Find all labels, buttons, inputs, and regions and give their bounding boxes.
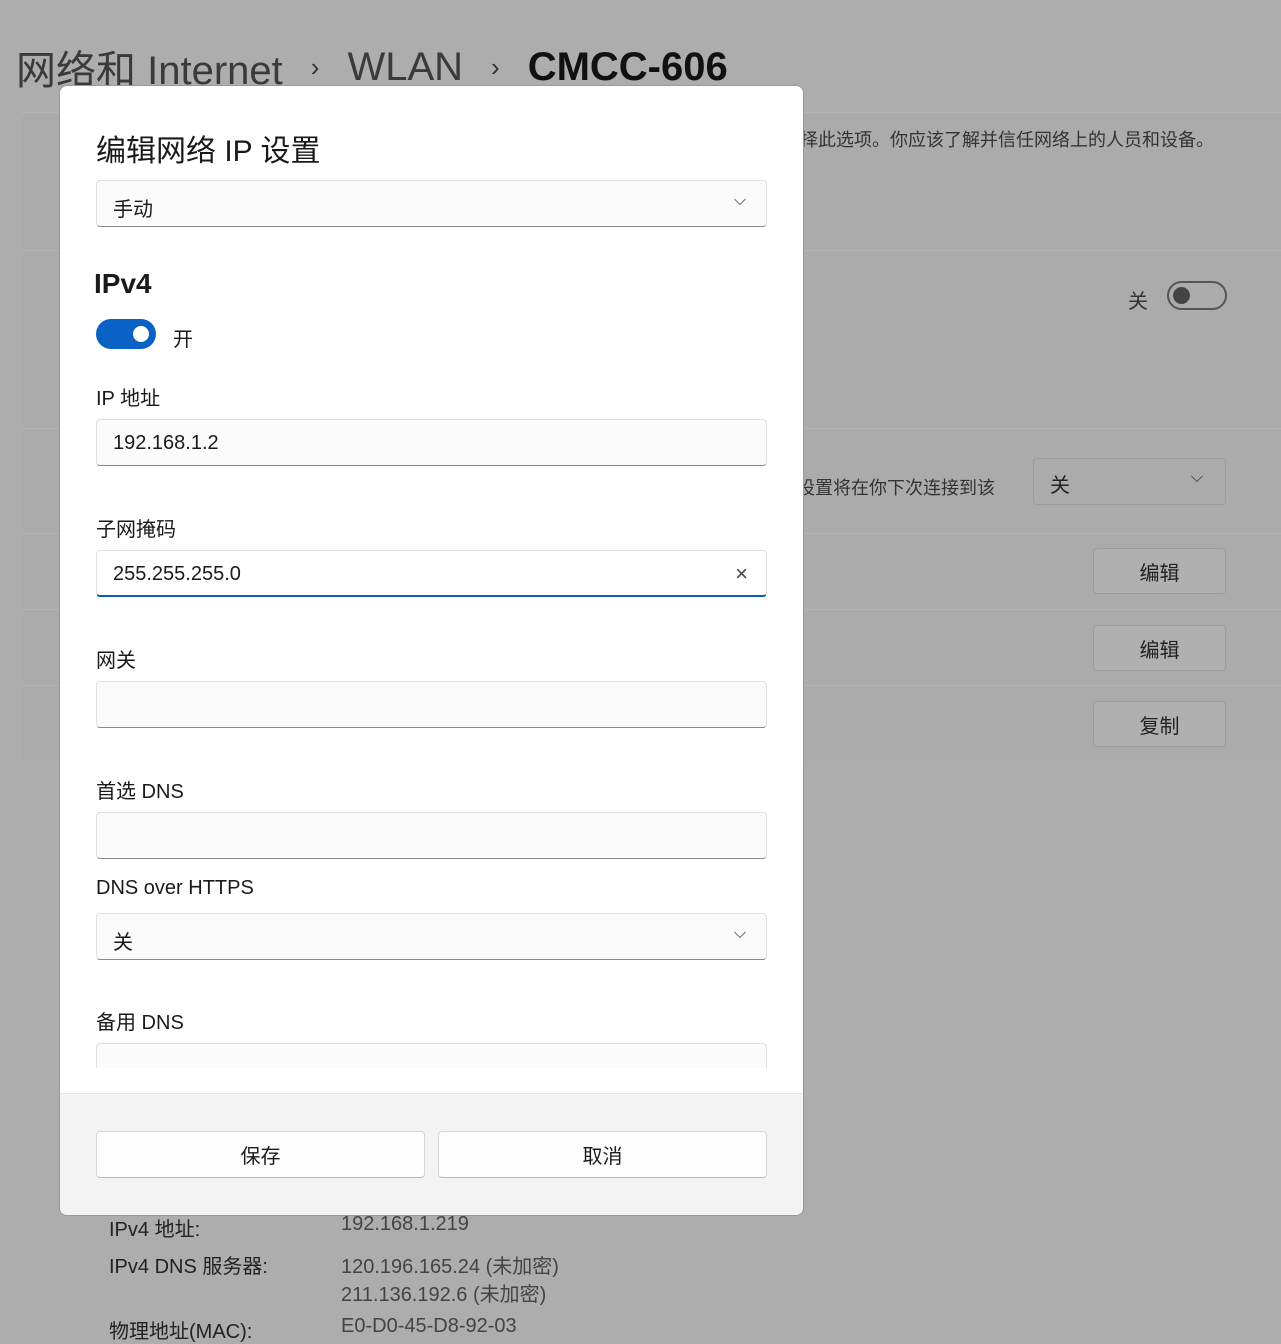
bg-setting-text: 设置将在你下次连接到该: [797, 478, 995, 498]
prop-label: IPv4 地址:: [109, 1219, 201, 1241]
subnet-value: 255.255.255.0: [113, 563, 241, 585]
prop-value: 211.136.192.6 (未加密): [341, 1284, 547, 1306]
prop-value: 192.168.1.219: [341, 1213, 469, 1235]
prop-label: 物理地址(MAC):: [109, 1321, 253, 1343]
alt-dns-input[interactable]: [96, 1043, 767, 1068]
prop-value: 120.196.165.24 (未加密): [341, 1256, 559, 1278]
edit-ip-dialog: 编辑网络 IP 设置 手动 ⌵ IPv4 开 IP 地址 192.168.1.2 …: [59, 85, 804, 1216]
chevron-down-icon: ⌵: [1190, 469, 1203, 486]
dialog-title: 编辑网络 IP 设置: [96, 135, 321, 168]
doh-value: 关: [113, 932, 133, 954]
chevron-down-icon: ⌵: [733, 192, 746, 209]
bg-toggle[interactable]: [1167, 281, 1227, 310]
bg-toggle-label: 关: [1128, 291, 1148, 313]
breadcrumb-wlan[interactable]: WLAN: [347, 45, 463, 90]
bg-description: 择此选项。你应该了解并信任网络上的人员和设备。: [800, 130, 1214, 150]
subnet-label: 子网掩码: [96, 519, 176, 541]
chevron-right-icon: ›: [491, 51, 500, 82]
preferred-dns-input[interactable]: [96, 812, 767, 859]
prop-dns: IPv4 DNS 服务器: 120.196.165.24 (未加密) 211.136…: [109, 1250, 559, 1306]
save-button[interactable]: 保存: [96, 1131, 425, 1178]
ipv4-toggle-label: 开: [173, 329, 193, 351]
alt-dns-label: 备用 DNS: [96, 1012, 184, 1034]
bg-select[interactable]: 关 ⌵: [1033, 458, 1226, 505]
ip-label: IP 地址: [96, 388, 161, 410]
mode-select[interactable]: 手动 ⌵: [96, 180, 767, 227]
gateway-input[interactable]: [96, 681, 767, 728]
dialog-footer: 保存 取消: [60, 1093, 803, 1215]
cancel-button[interactable]: 取消: [438, 1131, 767, 1178]
ipv4-heading: IPv4: [94, 268, 152, 299]
subnet-input[interactable]: 255.255.255.0 ×: [96, 550, 767, 597]
prop-ipv4: IPv4 地址: 192.168.1.219: [109, 1213, 469, 1242]
bg-select-value: 关: [1050, 475, 1070, 497]
prop-value: E0-D0-45-D8-92-03: [341, 1315, 517, 1337]
dns-label: 首选 DNS: [96, 781, 184, 803]
doh-label: DNS over HTTPS: [96, 877, 254, 899]
clear-icon[interactable]: ×: [735, 561, 748, 587]
prop-label: IPv4 DNS 服务器:: [109, 1256, 268, 1278]
edit-button[interactable]: 编辑: [1093, 625, 1226, 671]
ipv4-toggle[interactable]: [96, 319, 156, 349]
prop-mac: 物理地址(MAC): E0-D0-45-D8-92-03: [109, 1315, 517, 1344]
mode-value: 手动: [113, 199, 153, 221]
chevron-right-icon: ›: [310, 51, 320, 82]
ip-address-input[interactable]: 192.168.1.2: [96, 419, 767, 466]
chevron-down-icon: ⌵: [733, 925, 746, 942]
ip-value: 192.168.1.2: [113, 432, 219, 454]
edit-button[interactable]: 编辑: [1093, 548, 1226, 594]
breadcrumb-current: CMCC-606: [527, 44, 728, 89]
doh-select[interactable]: 关 ⌵: [96, 913, 767, 960]
copy-button[interactable]: 复制: [1093, 701, 1226, 747]
gateway-label: 网关: [96, 650, 136, 672]
